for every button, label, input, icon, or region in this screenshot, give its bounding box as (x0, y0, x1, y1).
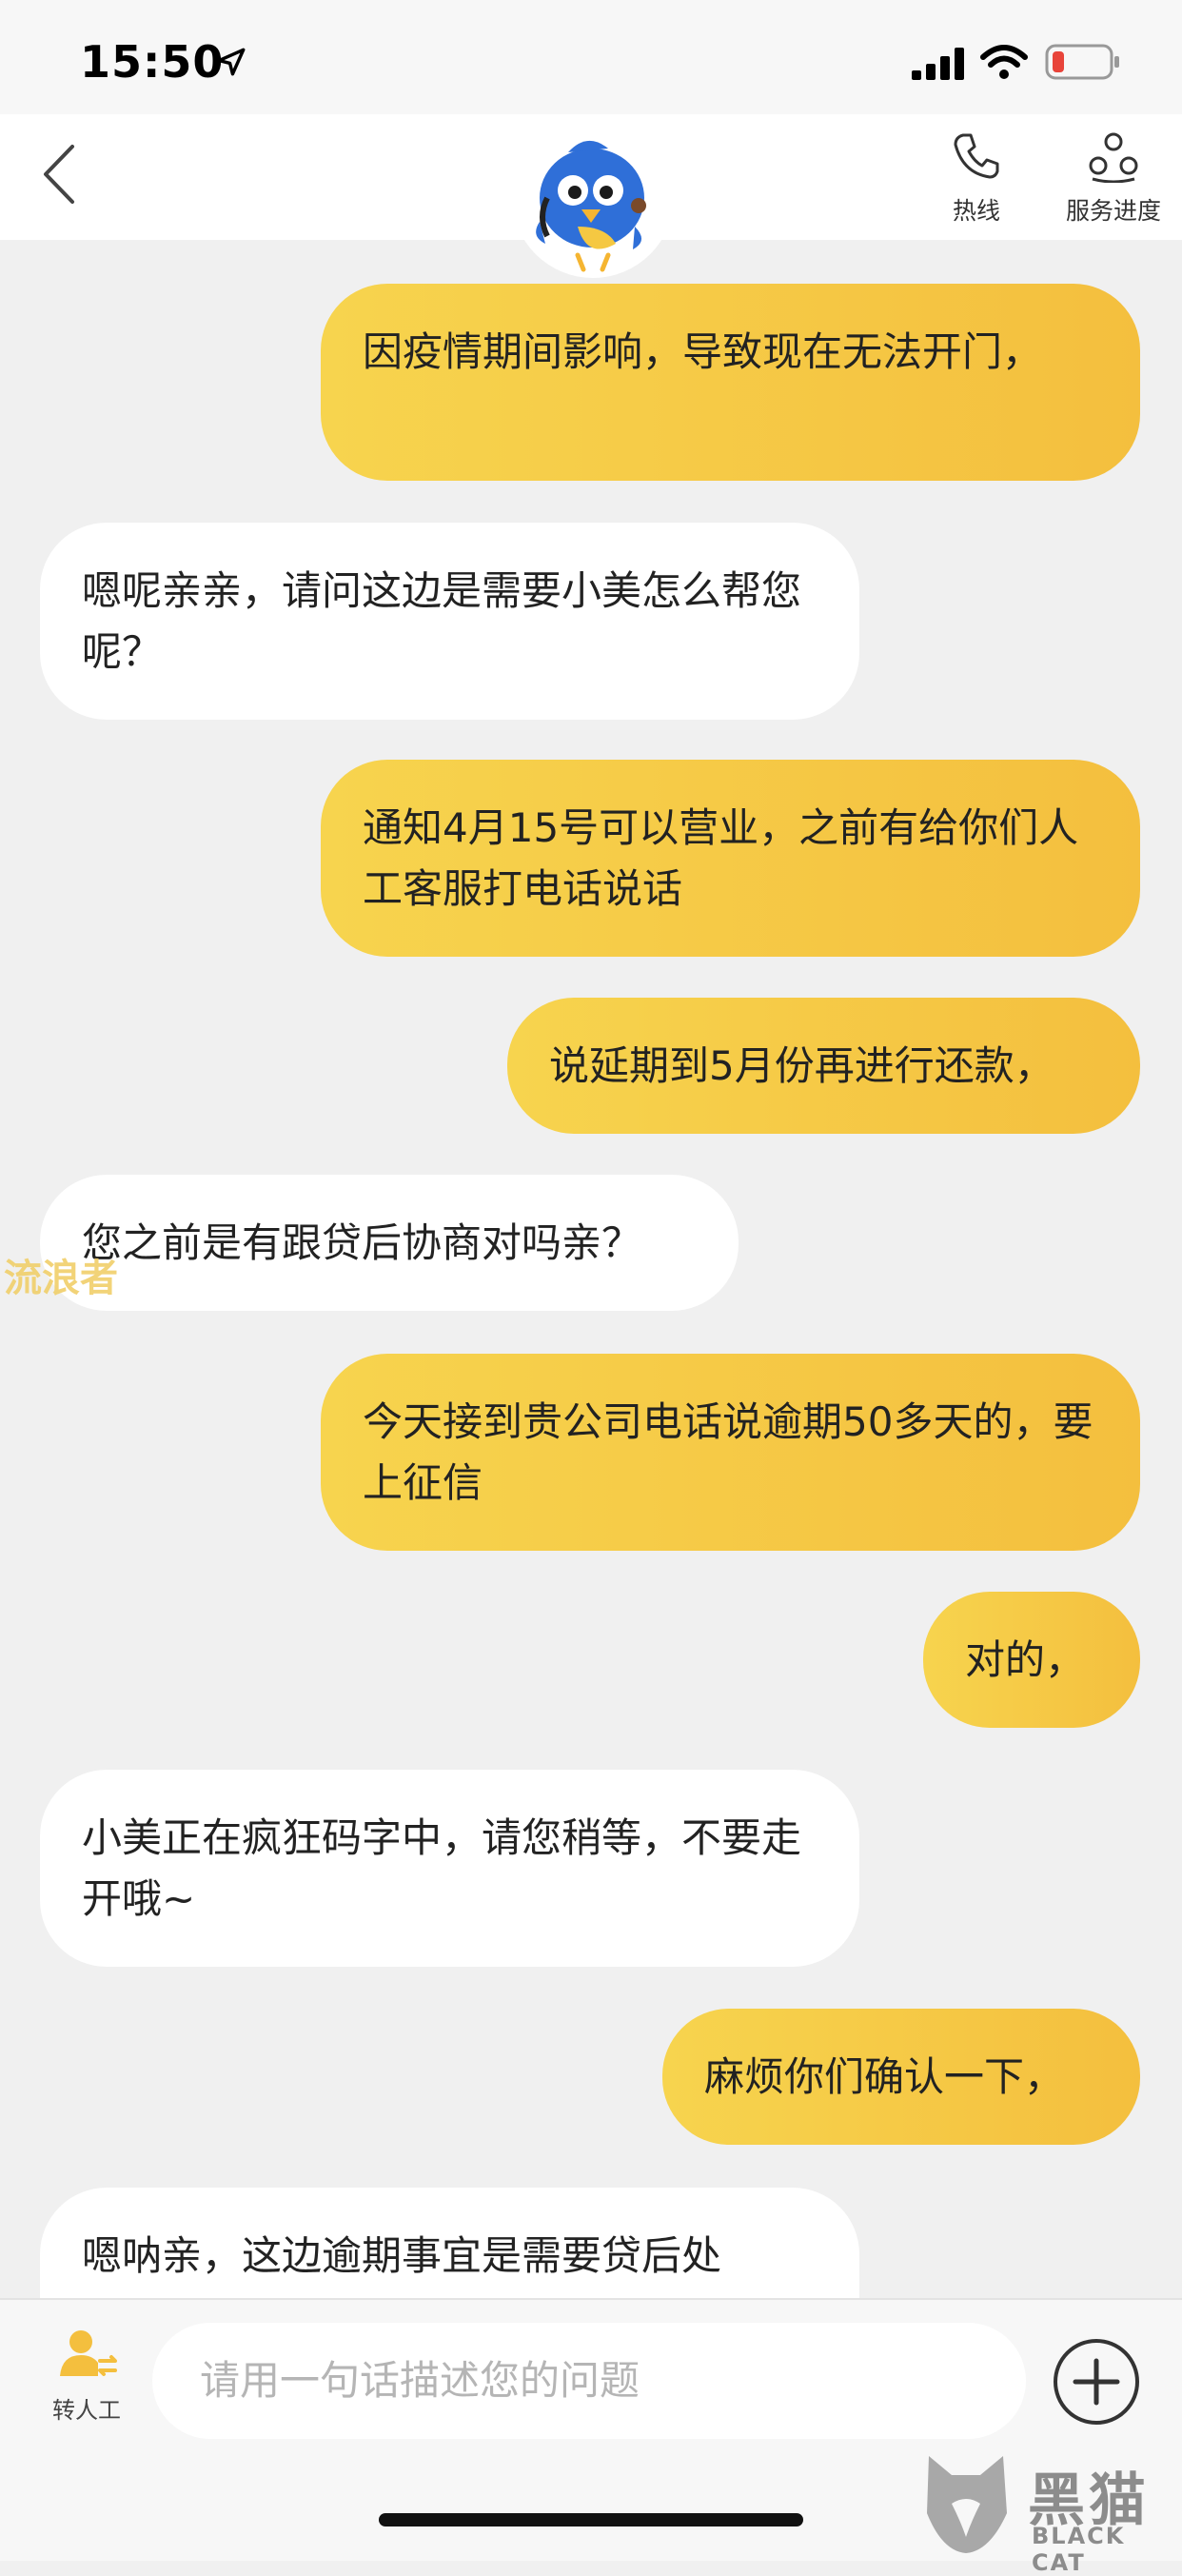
agent-message-bubble: 小美正在疯狂码字中，请您稍等，不要走开哦~ (40, 1770, 859, 1967)
service-progress-button[interactable]: 服务进度 (1056, 129, 1171, 227)
message-text: 因疫情期间影响，导致现在无法开门， (363, 328, 1043, 375)
battery-low-icon (1045, 44, 1119, 80)
person-transfer-icon (60, 2330, 117, 2376)
user-message-bubble: 说延期到5月份再进行还款， (507, 998, 1140, 1134)
user-message-bubble: 今天接到贵公司电话说逾期50多天的，要上征信 (321, 1354, 1140, 1551)
message-text: 说延期到5月份再进行还款， (549, 1042, 1054, 1089)
back-chevron-icon[interactable] (38, 141, 80, 208)
chat-message-list[interactable]: 因疫情期间影响，导致现在无法开门， 嗯呢亲亲，请问这边是需要小美怎么帮您呢？ 通… (0, 240, 1182, 2298)
message-input-placeholder: 请用一句话描述您的问题 (200, 2357, 640, 2404)
phone-icon (954, 133, 999, 179)
message-text: 您之前是有跟贷后协商对吗亲？ (82, 1219, 642, 1266)
user-message-bubble: 麻烦你们确认一下， (662, 2009, 1140, 2145)
message-text: 嗯呐亲，这边逾期事宜是需要贷后处 (82, 2232, 722, 2279)
service-progress-label: 服务进度 (1065, 197, 1161, 225)
wifi-icon (980, 45, 1028, 79)
plus-circle-icon[interactable] (1052, 2337, 1141, 2427)
service-progress-icon (1089, 132, 1138, 183)
home-indicator (379, 2513, 803, 2526)
hotline-button[interactable]: 热线 (942, 129, 1011, 227)
status-bar: 15:50 (0, 0, 1182, 114)
logo-text-en: BLACK CAT (1032, 2523, 1126, 2576)
agent-message-bubble: 嗯呐亲，这边逾期事宜是需要贷后处 (40, 2188, 859, 2298)
transfer-to-human-button[interactable]: 转人工 (34, 2327, 139, 2425)
status-time: 15:50 (80, 36, 225, 88)
user-message-bubble: 通知4月15号可以营业，之前有给你们人工客服打电话说话 (321, 760, 1140, 957)
message-text: 嗯呢亲亲，请问这边是需要小美怎么帮您呢？ (82, 567, 802, 675)
message-text: 通知4月15号可以营业，之前有给你们人工客服打电话说话 (363, 804, 1079, 912)
hotline-label: 热线 (952, 197, 1000, 225)
cellular-signal-icon (912, 48, 964, 80)
location-arrow-icon (217, 48, 246, 76)
message-text: 对的， (965, 1636, 1086, 1683)
message-text: 今天接到贵公司电话说逾期50多天的，要上征信 (363, 1398, 1093, 1506)
message-text: 小美正在疯狂码字中，请您稍等，不要走开哦~ (82, 1814, 802, 1922)
message-input[interactable]: 请用一句话描述您的问题 (152, 2323, 1026, 2439)
watermark-text: 流浪者 (4, 1257, 118, 1300)
message-text: 麻烦你们确认一下， (704, 2053, 1065, 2100)
user-message-bubble: 因疫情期间影响，导致现在无法开门， (321, 284, 1140, 481)
transfer-label: 转人工 (52, 2397, 121, 2424)
agent-message-bubble: 嗯呢亲亲，请问这边是需要小美怎么帮您呢？ (40, 523, 859, 720)
user-message-bubble: 对的， (923, 1592, 1140, 1728)
agent-message-bubble: 您之前是有跟贷后协商对吗亲？ (40, 1175, 739, 1311)
